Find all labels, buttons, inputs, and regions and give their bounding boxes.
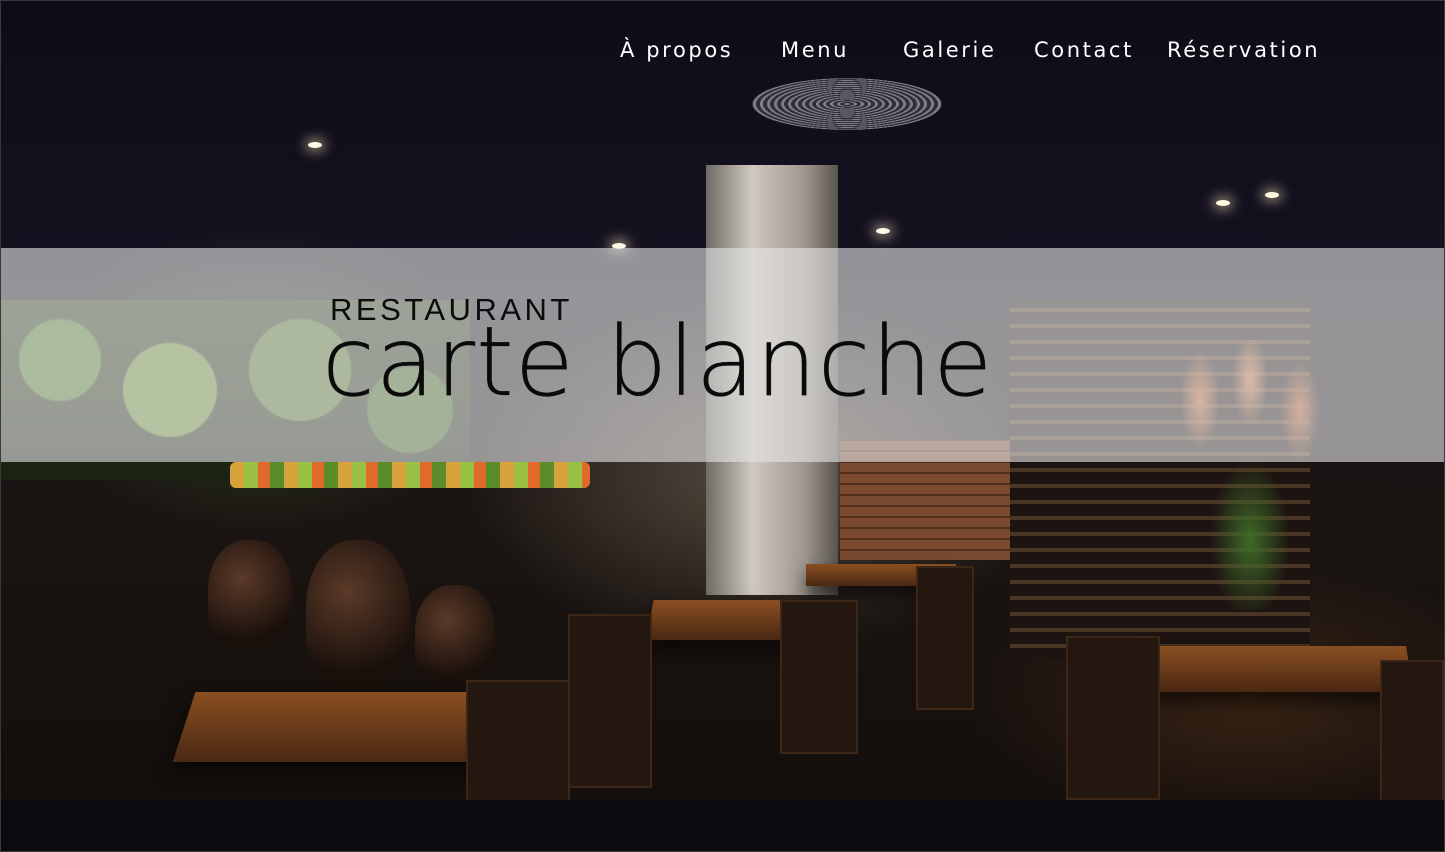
dining-chair <box>780 600 858 754</box>
restaurant-homepage: À propos Menu Galerie Contact Réservatio… <box>0 0 1445 852</box>
main-navigation: À propos Menu Galerie Contact Réservatio… <box>0 38 1445 70</box>
nav-link-menu[interactable]: Menu <box>781 38 849 62</box>
nav-link-galerie[interactable]: Galerie <box>903 38 996 62</box>
nav-link-a-propos[interactable]: À propos <box>620 38 733 62</box>
ceiling-light <box>876 228 890 234</box>
ceiling-vent <box>752 78 942 130</box>
dining-chair <box>466 680 570 814</box>
ceiling-light <box>1265 192 1279 198</box>
clay-jar <box>306 540 410 688</box>
dining-chair <box>1066 636 1160 800</box>
dining-chair <box>1380 660 1444 814</box>
nav-link-reservation[interactable]: Réservation <box>1167 38 1320 62</box>
dining-chair <box>568 614 652 788</box>
dining-table <box>1135 646 1415 692</box>
fruit-display <box>230 462 590 488</box>
ceiling-light <box>308 142 322 148</box>
clay-jar <box>208 540 292 650</box>
nav-link-contact[interactable]: Contact <box>1034 38 1134 62</box>
dining-chair <box>916 566 974 710</box>
floor <box>0 800 1445 852</box>
restaurant-name: carte blanche <box>322 306 994 418</box>
clay-jar <box>415 585 495 685</box>
hero-banner: RESTAURANT carte blanche <box>0 248 1445 462</box>
ceiling-light <box>1216 200 1230 206</box>
